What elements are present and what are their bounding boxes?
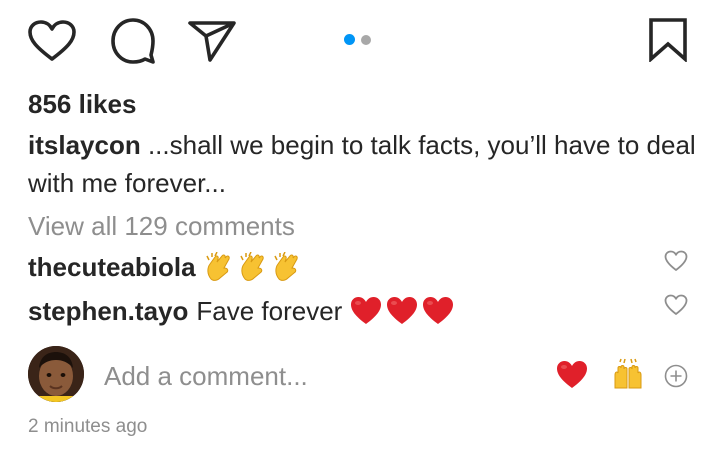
share-paper-plane-icon[interactable] xyxy=(188,20,236,62)
likes-count[interactable]: 856 likes xyxy=(28,86,136,122)
caption-username[interactable]: itslaycon xyxy=(28,130,141,160)
quick-reaction-heart-icon[interactable] xyxy=(556,360,588,395)
carousel-dot-inactive xyxy=(361,35,371,45)
comment-text: Fave forever xyxy=(196,296,343,326)
comment-bubble-icon[interactable] xyxy=(110,18,156,64)
comment-username[interactable]: thecuteabiola xyxy=(28,249,196,285)
comment-row: thecuteabiola xyxy=(28,249,648,285)
comment-username[interactable]: stephen.tayo xyxy=(28,293,188,329)
quick-reaction-raising-hands-icon[interactable] xyxy=(612,358,644,395)
like-heart-icon[interactable] xyxy=(28,20,76,62)
red-heart-emoji xyxy=(350,296,454,326)
avatar[interactable] xyxy=(28,346,84,402)
carousel-indicator xyxy=(344,34,376,46)
comment-like-heart-icon[interactable] xyxy=(664,250,688,277)
plus-circle-icon[interactable] xyxy=(664,364,688,393)
post-action-bar xyxy=(0,0,720,80)
clapping-hands-emoji xyxy=(204,252,302,282)
comment-like-heart-icon[interactable] xyxy=(664,294,688,321)
carousel-dot-active xyxy=(344,34,355,45)
add-comment-input[interactable]: Add a comment... xyxy=(104,358,308,394)
post-caption: itslaycon ...shall we begin to talk fact… xyxy=(28,126,698,202)
comment-row: stephen.tayo Fave forever xyxy=(28,293,648,329)
view-all-comments-link[interactable]: View all 129 comments xyxy=(28,208,295,244)
post-timestamp: 2 minutes ago xyxy=(28,416,148,437)
save-bookmark-icon[interactable] xyxy=(648,18,688,62)
